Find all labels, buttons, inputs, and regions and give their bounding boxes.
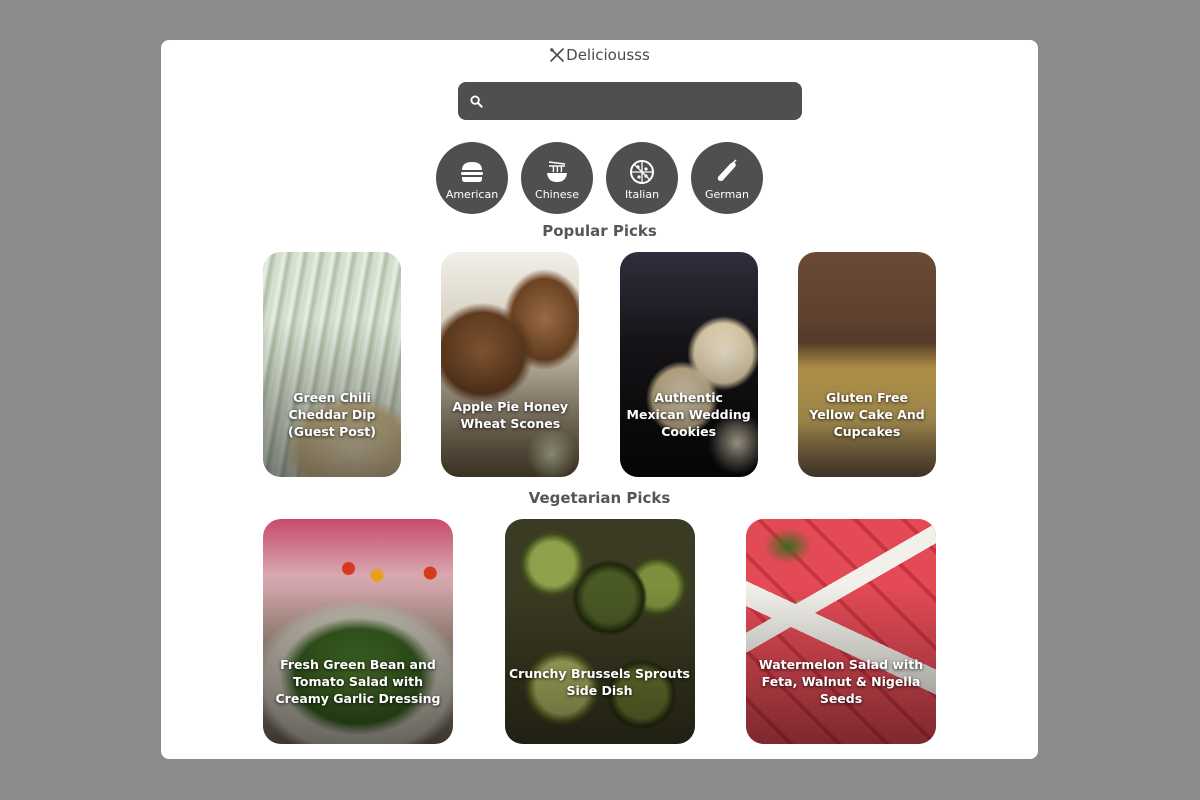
vegetarian-picks-heading: Vegetarian Picks — [528, 489, 671, 507]
recipe-title: Fresh Green Bean and Tomato Salad with C… — [275, 657, 441, 706]
recipe-title: Gluten Free Yellow Cake And Cupcakes — [809, 390, 925, 439]
search-bar[interactable] — [458, 82, 802, 120]
search-input[interactable] — [483, 82, 802, 120]
popular-picks-row: Green Chili Cheddar Dip (Guest Post) App… — [263, 252, 936, 477]
recipe-title: Crunchy Brussels Sprouts Side Dish — [509, 665, 690, 698]
sausage-icon — [717, 159, 737, 181]
category-german[interactable]: German — [691, 142, 763, 214]
category-chinese[interactable]: Chinese — [521, 142, 593, 214]
recipe-card[interactable]: Authentic Mexican Wedding Cookies — [619, 252, 758, 477]
category-list: American Chinese Italian German — [436, 142, 763, 214]
recipe-card[interactable]: Crunchy Brussels Sprouts Side Dish — [504, 519, 695, 744]
search-icon — [470, 94, 483, 108]
burger-icon — [461, 162, 483, 182]
category-american[interactable]: American — [436, 142, 508, 214]
recipe-card[interactable]: Fresh Green Bean and Tomato Salad with C… — [263, 519, 453, 744]
category-label: German — [704, 188, 750, 201]
recipe-title: Authentic Mexican Wedding Cookies — [626, 390, 751, 439]
recipe-card[interactable]: Gluten Free Yellow Cake And Cupcakes — [797, 252, 936, 477]
pizza-icon — [630, 160, 654, 184]
recipe-title: Apple Pie Honey Wheat Scones — [452, 398, 569, 431]
app-logo[interactable]: Deliciousss — [161, 46, 1038, 64]
category-label: Chinese — [535, 188, 579, 201]
noodles-icon — [547, 161, 567, 182]
category-italian[interactable]: Italian — [606, 142, 678, 214]
category-label: Italian — [624, 188, 660, 201]
crossed-utensils-icon — [550, 48, 564, 62]
recipe-title: Green Chili Cheddar Dip (Guest Post) — [288, 390, 376, 439]
recipe-card[interactable]: Watermelon Salad with Feta, Walnut & Nig… — [746, 519, 936, 744]
app-panel: Deliciousss American Chinese Italian Ger… — [161, 40, 1038, 759]
recipe-card[interactable]: Green Chili Cheddar Dip (Guest Post) — [263, 252, 401, 477]
app-name: Deliciousss — [566, 46, 650, 64]
category-label: American — [445, 188, 499, 201]
popular-picks-heading: Popular Picks — [542, 222, 657, 240]
vegetarian-picks-row: Fresh Green Bean and Tomato Salad with C… — [263, 519, 936, 744]
recipe-card[interactable]: Apple Pie Honey Wheat Scones — [441, 252, 580, 477]
recipe-title: Watermelon Salad with Feta, Walnut & Nig… — [758, 657, 924, 706]
